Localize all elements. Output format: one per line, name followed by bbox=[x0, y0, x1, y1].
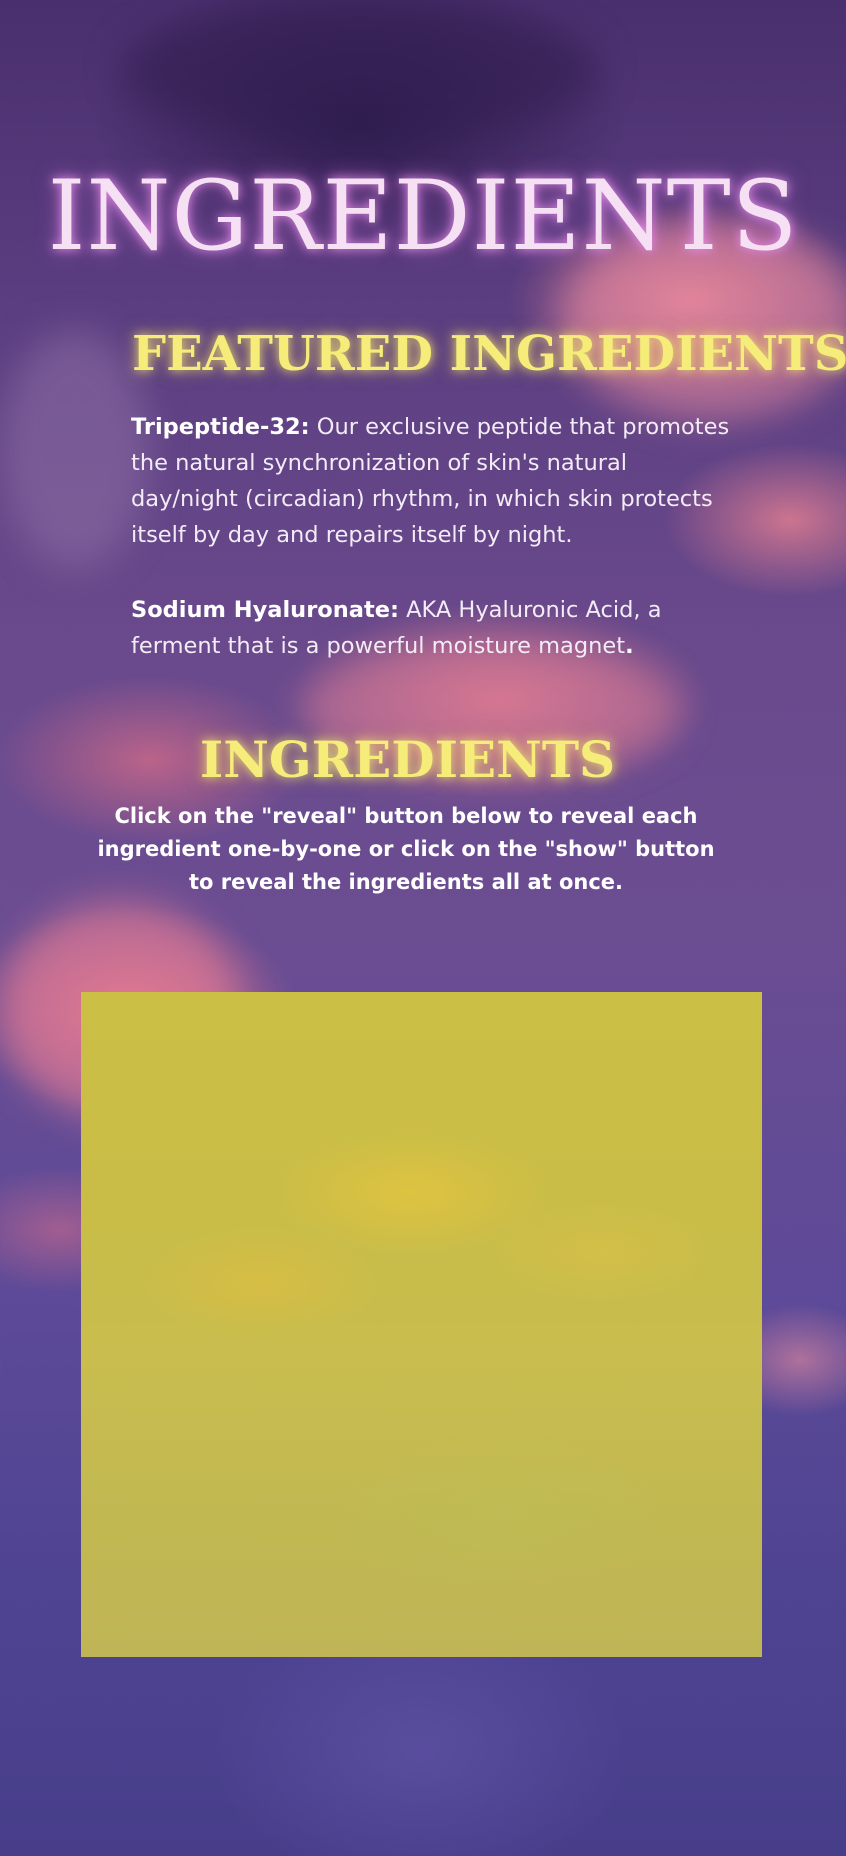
featured-ingredient-item: Tripeptide-32: Our exclusive peptide tha… bbox=[131, 409, 731, 553]
ingredient-name: Sodium Hyaluronate: bbox=[131, 597, 399, 623]
ingredients-heading: INGREDIENTS bbox=[199, 730, 616, 789]
ingredient-description-period: . bbox=[625, 633, 634, 659]
ingredient-name: Tripeptide-32: bbox=[131, 414, 310, 440]
featured-ingredient-item: Sodium Hyaluronate: AKA Hyaluronic Acid,… bbox=[131, 592, 731, 664]
page-title: INGREDIENTS bbox=[47, 160, 799, 272]
featured-ingredients-heading: FEATURED INGREDIENTS bbox=[132, 326, 846, 382]
ingredient-reveal-panel[interactable] bbox=[81, 992, 762, 1657]
reveal-instructions: Click on the "reveal" button below to re… bbox=[97, 804, 715, 894]
background-cloud bbox=[0, 330, 150, 570]
background-cloud bbox=[120, 0, 600, 140]
